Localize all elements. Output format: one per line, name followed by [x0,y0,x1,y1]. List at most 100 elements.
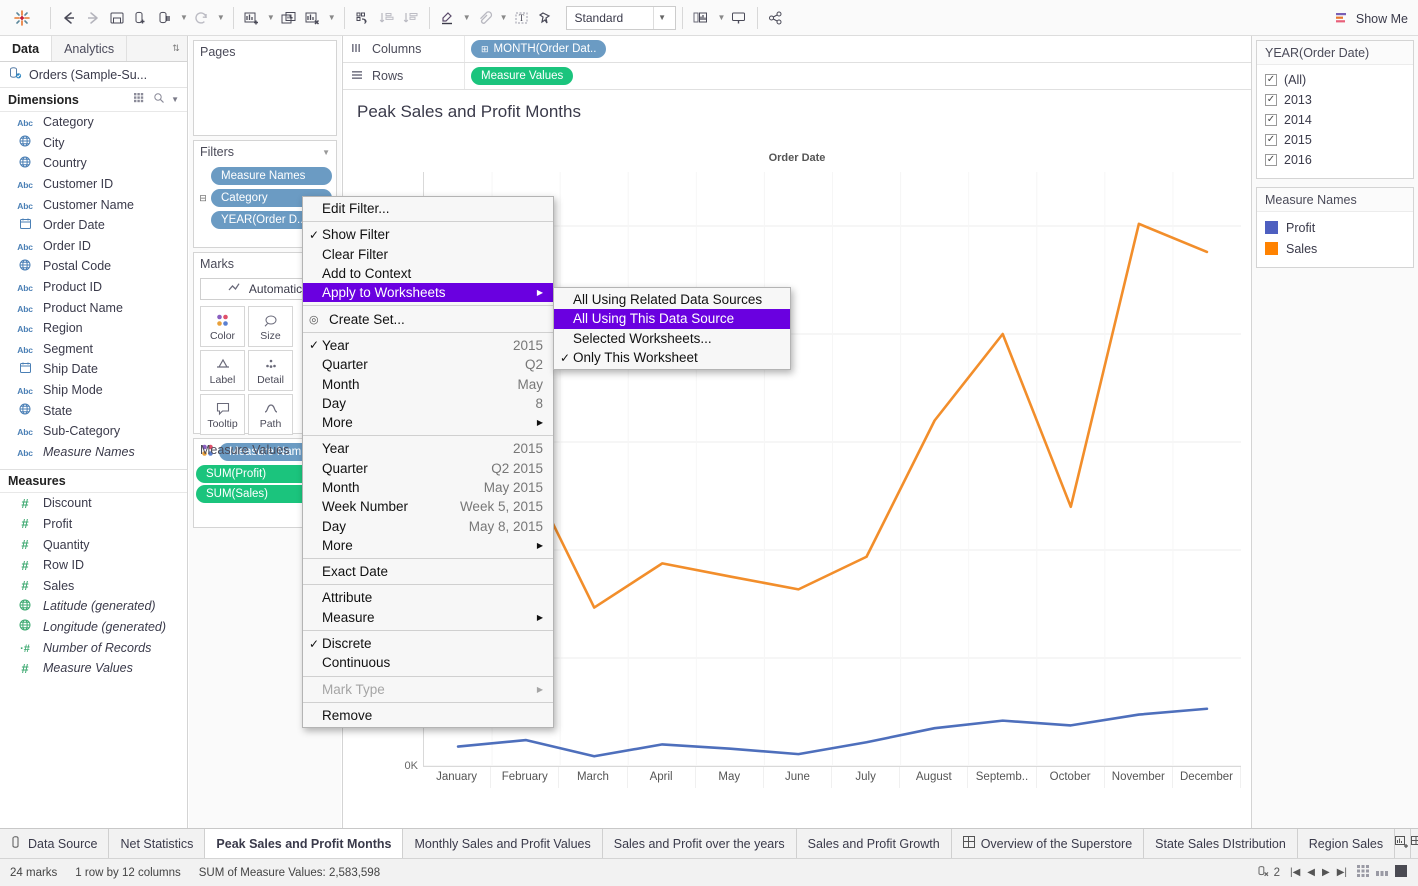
pause-updates-caret-icon[interactable]: ▼ [178,13,190,22]
dimension-field-row[interactable]: Ship Date [0,359,187,380]
tab-analytics[interactable]: Analytics [52,36,128,61]
measure-field-row[interactable]: # Sales [0,575,187,596]
legend-entry[interactable]: Profit [1265,217,1405,238]
menu-item[interactable]: Continuous [303,653,553,672]
submenu-item[interactable]: ✓ Only This Worksheet [554,348,790,367]
group-caret-icon[interactable]: ▼ [498,13,510,22]
sort-descending-button[interactable] [399,5,423,31]
menu-item[interactable]: Day 8 [303,394,553,413]
fit-chart-button[interactable] [689,5,715,31]
clear-sheet-button[interactable] [301,5,325,31]
marks-path-button[interactable]: Path [248,394,293,435]
worksheet-tab[interactable]: Sales and Profit Growth [797,829,952,858]
menu-item[interactable]: Edit Filter... [303,199,553,218]
filter-context-menu[interactable]: Edit Filter... ✓ Show Filter Clear Filter Ad… [302,196,554,729]
data-pane-options-icon[interactable]: ⇅ [165,36,187,61]
last-page-icon[interactable]: ▶| [1337,867,1347,878]
search-icon[interactable] [153,92,165,107]
presentation-mode-button[interactable] [727,5,751,31]
duplicate-sheet-button[interactable] [277,5,301,31]
worksheet-tab[interactable]: Peak Sales and Profit Months [205,829,404,858]
show-sheet-icon[interactable] [1395,865,1408,880]
menu-item[interactable]: Month May [303,374,553,393]
prev-page-icon[interactable]: ◀ [1307,867,1315,878]
menu-item[interactable]: Remove [303,706,553,725]
dimension-field-row[interactable]: Abc Measure Names [0,442,187,463]
submenu-item[interactable]: Selected Worksheets... [554,329,790,348]
clear-sheet-caret-icon[interactable]: ▼ [326,13,338,22]
measure-field-row[interactable]: # Quantity [0,534,187,555]
menu-item[interactable]: Attribute [303,588,553,607]
new-worksheet-caret-icon[interactable]: ▼ [265,13,277,22]
tab-data[interactable]: Data [0,36,53,61]
tableau-logo-icon[interactable] [0,8,44,28]
menu-item[interactable]: Exact Date [303,562,553,581]
menu-item[interactable]: ✓ Show Filter [303,225,553,244]
menu-item[interactable]: Quarter Q2 2015 [303,459,553,478]
show-me-button[interactable]: Show Me [1334,8,1408,30]
share-button[interactable] [764,5,788,31]
refresh-caret-icon[interactable]: ▼ [215,13,227,22]
menu-item[interactable]: Day May 8, 2015 [303,516,553,535]
new-worksheet-button[interactable] [240,5,264,31]
measure-field-row[interactable]: Longitude (generated) [0,617,187,638]
new-worksheet-tab-button[interactable] [1395,829,1412,858]
menu-item[interactable]: Month May 2015 [303,478,553,497]
sort-ascending-button[interactable] [375,5,399,31]
year-filter-option[interactable]: ✓ (All) [1265,70,1405,90]
measure-field-row[interactable]: # Discount [0,493,187,514]
menu-item[interactable]: Clear Filter [303,245,553,264]
checkbox-icon[interactable]: ✓ [1265,154,1277,166]
dimension-field-row[interactable]: Abc Product Name [0,297,187,318]
rows-shelf[interactable]: Rows Measure Values [343,63,1251,90]
dimension-field-row[interactable]: Abc Ship Mode [0,380,187,401]
dimension-field-row[interactable]: Abc Order ID [0,236,187,257]
measure-field-row[interactable]: ·# Number of Records [0,637,187,658]
year-filter-option[interactable]: ✓ 2016 [1265,150,1405,170]
apply-to-worksheets-submenu[interactable]: All Using Related Data Sources All Using … [553,287,791,371]
pages-dropzone[interactable] [194,63,336,89]
checkbox-icon[interactable]: ✓ [1265,114,1277,126]
dimension-field-row[interactable]: City [0,133,187,154]
menu-item[interactable]: Apply to Worksheets ▶ [303,283,553,303]
refresh-button[interactable] [190,5,214,31]
dimension-field-row[interactable]: Abc Segment [0,339,187,360]
dimension-field-row[interactable]: Abc Region [0,318,187,339]
columns-shelf[interactable]: Columns ⊞ MONTH(Order Dat.. [343,36,1251,63]
worksheet-tab[interactable]: Net Statistics [109,829,206,858]
dimension-field-row[interactable]: Abc Customer ID [0,174,187,195]
dimension-field-row[interactable]: Abc Sub-Category [0,421,187,442]
next-page-icon[interactable]: ▶ [1322,867,1330,878]
dimension-field-row[interactable]: Country [0,153,187,174]
pause-auto-updates-button[interactable] [153,5,177,31]
measure-field-row[interactable]: Latitude (generated) [0,596,187,617]
group-members-button[interactable] [473,5,497,31]
legend-entry[interactable]: Sales [1265,238,1405,259]
menu-item[interactable]: Measure ▶ [303,608,553,627]
marks-label-button[interactable]: Label [200,350,245,391]
highlight-caret-icon[interactable]: ▼ [461,13,473,22]
forward-button[interactable] [81,5,105,31]
dimension-field-row[interactable]: Abc Customer Name [0,194,187,215]
chevron-down-icon[interactable]: ▼ [171,95,179,104]
year-filter-option[interactable]: ✓ 2013 [1265,90,1405,110]
fit-select[interactable]: Standard ▼ [565,5,676,30]
submenu-item[interactable]: All Using This Data Source [554,309,790,329]
measure-field-row[interactable]: # Profit [0,514,187,535]
menu-item[interactable]: ✓ Discrete [303,634,553,653]
back-button[interactable] [57,5,81,31]
columns-pill-month-order-date[interactable]: ⊞ MONTH(Order Dat.. [471,40,607,58]
measure-field-row[interactable]: # Measure Values [0,658,187,679]
measure-field-row[interactable]: # Row ID [0,555,187,576]
worksheet-tab[interactable]: Region Sales [1298,829,1396,858]
menu-item[interactable]: Week Number Week 5, 2015 [303,497,553,516]
show-mark-labels-button[interactable]: T [510,5,534,31]
dimension-field-row[interactable]: State [0,400,187,421]
worksheet-tab[interactable]: Data Source [0,829,110,858]
menu-item[interactable]: Quarter Q2 [303,355,553,374]
marks-color-button[interactable]: Color [200,306,245,347]
show-cards-icon[interactable] [1357,865,1370,880]
worksheet-tab[interactable]: Monthly Sales and Profit Values [403,829,603,858]
swap-rows-columns-button[interactable] [351,5,375,31]
dimension-field-row[interactable]: Abc Category [0,112,187,133]
